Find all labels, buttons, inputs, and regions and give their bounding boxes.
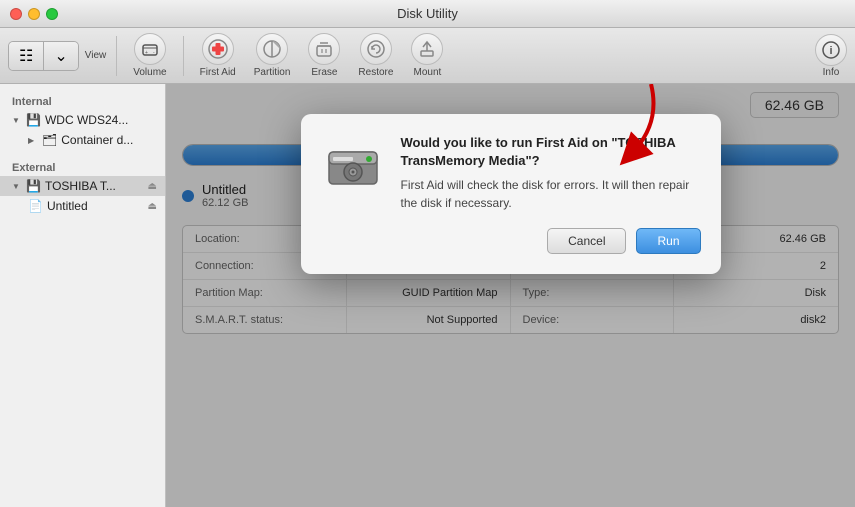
erase-button[interactable]: Erase bbox=[302, 29, 346, 82]
info-button[interactable]: i bbox=[815, 34, 847, 66]
first-aid-icon bbox=[202, 33, 234, 65]
partition-label: Partition bbox=[254, 67, 291, 78]
cancel-button[interactable]: Cancel bbox=[547, 228, 626, 254]
sidebar-item-label: WDC WDS24... bbox=[45, 113, 128, 127]
toolbar: ☷ ⌄ View +- Volume First Aid bbox=[0, 28, 855, 84]
restore-icon bbox=[360, 33, 392, 65]
eject-volume-icon[interactable]: ⏏ bbox=[148, 201, 157, 212]
mount-button[interactable]: Mount bbox=[405, 29, 449, 82]
mount-icon bbox=[411, 33, 443, 65]
sidebar: Internal ▼ 💾 WDC WDS24... ▶ 🗂 Container … bbox=[0, 84, 166, 507]
erase-icon bbox=[308, 33, 340, 65]
sidebar-item-toshiba[interactable]: ▼ 💾 TOSHIBA T... ⏏ bbox=[0, 176, 165, 196]
sidebar-item-wdc[interactable]: ▼ 💾 WDC WDS24... bbox=[0, 110, 165, 130]
partition-icon bbox=[256, 33, 288, 65]
sidebar-item-untitled[interactable]: 📄 Untitled ⏏ bbox=[0, 196, 165, 216]
view-label: View bbox=[85, 50, 107, 61]
title-bar: Disk Utility bbox=[0, 0, 855, 28]
mount-label: Mount bbox=[414, 67, 442, 78]
dialog-description: First Aid will check the disk for errors… bbox=[401, 176, 701, 212]
content-area: 62.46 GB Untitled 62.12 GB Location: bbox=[166, 84, 855, 507]
window-controls[interactable] bbox=[10, 8, 58, 20]
dialog-text: Would you like to run First Aid on "TOSH… bbox=[401, 134, 701, 212]
eject-icon[interactable]: ⏏ bbox=[148, 181, 157, 192]
first-aid-button[interactable]: First Aid bbox=[194, 29, 242, 82]
maximize-button[interactable] bbox=[46, 8, 58, 20]
run-button[interactable]: Run bbox=[636, 228, 700, 254]
toshiba-disk-icon: 💾 bbox=[26, 179, 41, 193]
volume-button[interactable]: +- Volume bbox=[127, 29, 172, 82]
volume-icon: +- bbox=[134, 33, 166, 65]
internal-header: Internal bbox=[0, 92, 165, 110]
first-aid-label: First Aid bbox=[200, 67, 236, 78]
view-toggle-list[interactable]: ☷ bbox=[9, 42, 44, 70]
info-container: i Info bbox=[815, 34, 847, 78]
expand-arrow-icon: ▼ bbox=[12, 116, 22, 125]
svg-text:i: i bbox=[829, 45, 832, 57]
view-toggle-group[interactable]: ☷ ⌄ bbox=[8, 41, 79, 71]
main-layout: Internal ▼ 💾 WDC WDS24... ▶ 🗂 Container … bbox=[0, 84, 855, 507]
dialog-title: Would you like to run First Aid on "TOSH… bbox=[401, 134, 701, 170]
volume-label: Volume bbox=[133, 67, 166, 78]
separator-1 bbox=[116, 36, 117, 76]
dialog-content: Would you like to run First Aid on "TOSH… bbox=[321, 134, 701, 212]
first-aid-dialog: Would you like to run First Aid on "TOSH… bbox=[301, 114, 721, 274]
hdd-icon bbox=[321, 134, 385, 198]
disk-icon: 💾 bbox=[26, 113, 41, 127]
restore-button[interactable]: Restore bbox=[352, 29, 399, 82]
expand-arrow-icon: ▶ bbox=[28, 136, 38, 145]
restore-label: Restore bbox=[358, 67, 393, 78]
sidebar-item-label: Untitled bbox=[47, 199, 88, 213]
view-toggle-icon[interactable]: ⌄ bbox=[44, 42, 77, 70]
dialog-overlay: Would you like to run First Aid on "TOSH… bbox=[166, 84, 855, 507]
window-title: Disk Utility bbox=[397, 6, 458, 21]
volume-icon: 📄 bbox=[28, 199, 43, 213]
external-header: External bbox=[0, 158, 165, 176]
expand-arrow-icon: ▼ bbox=[12, 182, 22, 191]
separator-2 bbox=[183, 36, 184, 76]
sidebar-item-label: Container d... bbox=[61, 133, 133, 147]
minimize-button[interactable] bbox=[28, 8, 40, 20]
sidebar-item-container[interactable]: ▶ 🗂 Container d... bbox=[0, 130, 165, 150]
dialog-buttons: Cancel Run bbox=[321, 228, 701, 254]
container-icon: 🗂 bbox=[42, 133, 57, 147]
partition-button[interactable]: Partition bbox=[248, 29, 297, 82]
close-button[interactable] bbox=[10, 8, 22, 20]
sidebar-item-label: TOSHIBA T... bbox=[45, 179, 116, 193]
info-label: Info bbox=[823, 67, 840, 78]
svg-text:+: + bbox=[145, 50, 148, 56]
erase-label: Erase bbox=[311, 67, 337, 78]
